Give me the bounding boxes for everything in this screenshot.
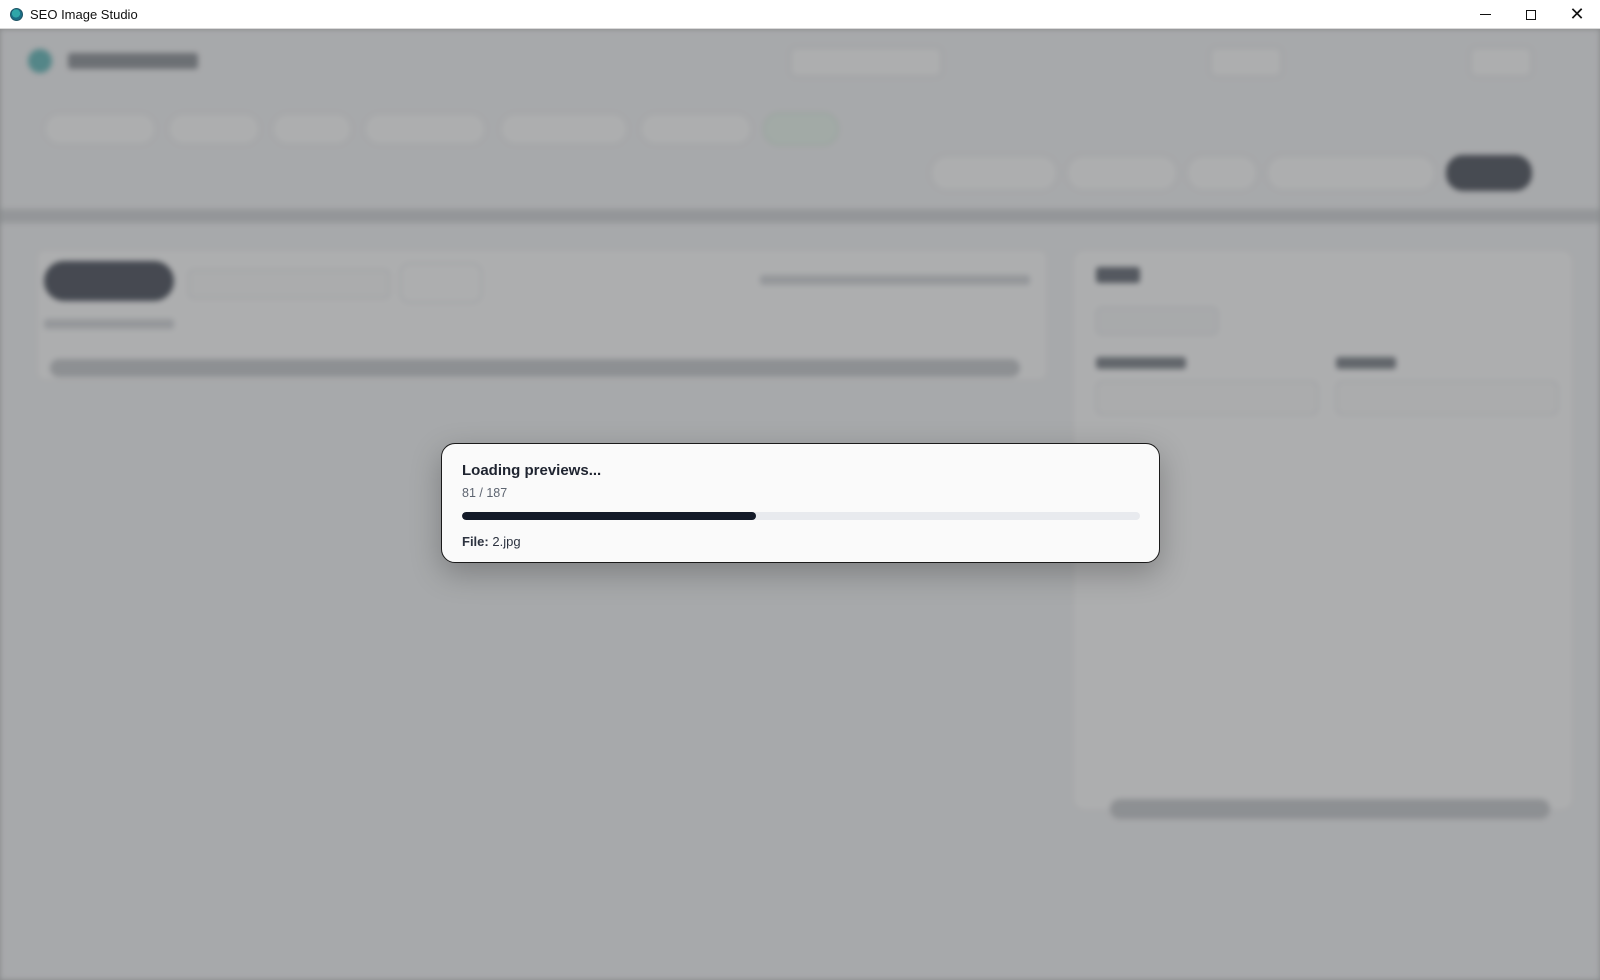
progress-count: 81 / 187 — [462, 486, 508, 500]
progress-bar — [462, 512, 1140, 520]
minimize-icon — [1479, 14, 1491, 15]
minimize-button[interactable] — [1462, 0, 1508, 29]
app-logo-icon — [10, 7, 23, 21]
maximize-icon — [1526, 9, 1536, 20]
window-title: SEO Image Studio — [30, 6, 138, 22]
close-button[interactable]: ✕ — [1554, 0, 1600, 29]
progress-bar-fill — [462, 512, 756, 520]
window-controls: ✕ — [1462, 0, 1600, 29]
file-name: 2.jpg — [492, 534, 521, 549]
loading-previews-dialog: Loading previews... 81 / 187 File: 2.jpg — [441, 443, 1160, 563]
dialog-title: Loading previews... — [462, 462, 602, 479]
current-file: File: 2.jpg — [462, 534, 521, 549]
close-icon: ✕ — [1569, 3, 1585, 25]
maximize-button[interactable] — [1508, 0, 1554, 29]
file-label: File: — [462, 534, 489, 549]
window-titlebar: SEO Image Studio ✕ — [0, 0, 1600, 29]
